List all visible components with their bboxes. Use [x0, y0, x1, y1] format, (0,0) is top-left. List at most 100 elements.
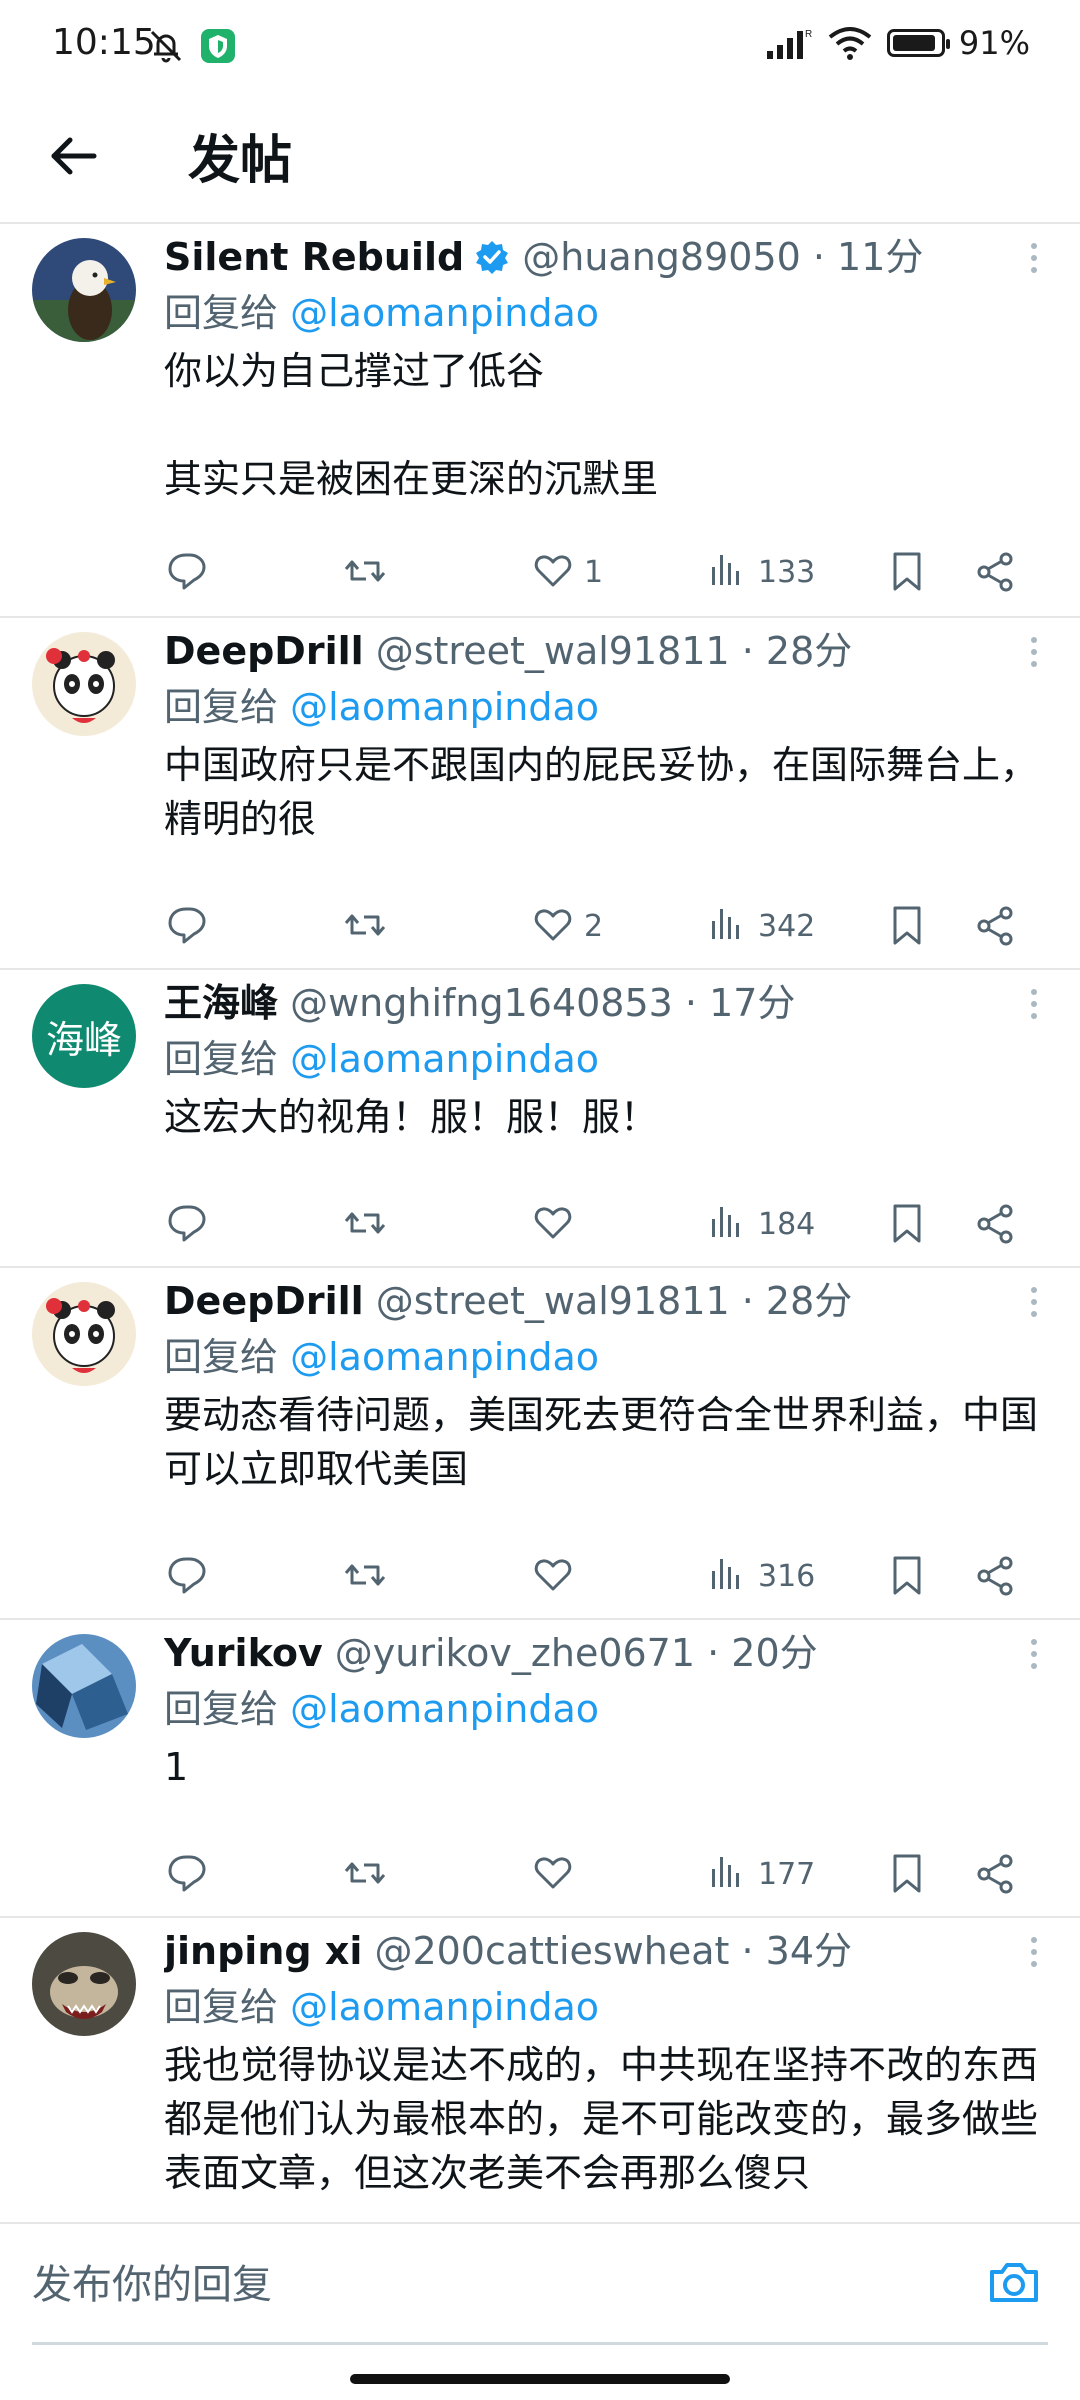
author-name[interactable]: DeepDrill — [164, 629, 364, 673]
reply-icon — [168, 553, 206, 590]
bookmark-icon — [893, 906, 921, 945]
reply-button[interactable] — [164, 896, 210, 956]
views-count: 184 — [758, 1206, 816, 1242]
reply-prefix: 回复给 — [164, 1335, 291, 1379]
more-options-icon[interactable] — [1024, 1282, 1044, 1322]
avatar[interactable] — [32, 1932, 136, 2036]
mention-link[interactable]: @laomanpindao — [290, 1985, 599, 2029]
like-button[interactable]: 1 — [530, 542, 603, 602]
retweet-button[interactable] — [342, 1844, 388, 1904]
avatar[interactable]: 海峰 — [32, 984, 136, 1088]
mention-link[interactable]: @laomanpindao — [290, 1687, 599, 1731]
author-name[interactable]: Yurikov — [164, 1631, 323, 1675]
reply-tweet[interactable]: DeepDrill @street_wal91811 · 28分 回复给 @lao… — [0, 1268, 1080, 1620]
avatar[interactable] — [32, 1634, 136, 1738]
views-count: 316 — [758, 1558, 816, 1594]
like-button[interactable]: 2 — [530, 896, 603, 956]
signal-icon: R — [766, 29, 812, 59]
mention-link[interactable]: @laomanpindao — [290, 685, 599, 729]
views-icon — [712, 1207, 739, 1237]
author-name[interactable]: DeepDrill — [164, 1279, 364, 1323]
bookmark-button[interactable] — [884, 1194, 930, 1254]
reply-tweet[interactable]: Yurikov @yurikov_zhe0671 · 20分 回复给 @laoma… — [0, 1620, 1080, 1918]
tweet-header: DeepDrill @street_wal91811 · 28分 — [164, 620, 990, 675]
author-handle: @street_wal91811 · 28分 — [363, 629, 853, 673]
share-icon — [977, 1556, 1013, 1596]
bookmark-button[interactable] — [884, 1844, 930, 1904]
bookmark-button[interactable] — [884, 896, 930, 956]
reply-tweet[interactable]: DeepDrill @street_wal91811 · 28分回复给 @lao… — [0, 618, 1080, 970]
views-count: 177 — [758, 1856, 816, 1892]
more-options-icon[interactable] — [1024, 238, 1044, 278]
reply-button[interactable] — [164, 1844, 210, 1904]
reply-feed[interactable]: Silent Rebuild @huang89050 · 11分 回复给 @lao… — [0, 224, 1080, 2220]
retweet-button[interactable] — [342, 1194, 388, 1254]
tweet-header: Silent Rebuild @huang89050 · 11分 — [164, 226, 990, 281]
author-name[interactable]: jinping xi — [164, 1929, 362, 1973]
tweet-header: jinping xi @200cattieswheat · 34分 — [164, 1920, 990, 1975]
replying-to: 回复给 @laomanpindao — [164, 1678, 599, 1733]
bookmark-button[interactable] — [884, 1546, 930, 1606]
wifi-icon — [828, 27, 872, 60]
retweet-button[interactable] — [342, 542, 388, 602]
like-button[interactable] — [530, 1546, 576, 1606]
share-icon — [977, 1854, 1013, 1894]
views-button[interactable]: 184 — [704, 1194, 815, 1254]
mention-link[interactable]: @laomanpindao — [290, 1037, 599, 1081]
author-name[interactable]: 王海峰 — [164, 981, 278, 1025]
views-button[interactable]: 316 — [704, 1546, 815, 1606]
more-options-icon[interactable] — [1024, 1634, 1044, 1674]
more-options-icon[interactable] — [1024, 984, 1044, 1024]
share-button[interactable] — [972, 1844, 1018, 1904]
reply-input[interactable]: 发布你的回复 — [32, 2252, 272, 2310]
back-arrow-icon[interactable] — [44, 126, 104, 186]
author-handle: @wnghifng1640853 · 17分 — [278, 981, 796, 1025]
bookmark-button[interactable] — [884, 542, 930, 602]
like-button[interactable] — [530, 1194, 576, 1254]
share-icon — [977, 552, 1013, 592]
avatar[interactable] — [32, 238, 136, 342]
author-name[interactable]: Silent Rebuild — [164, 235, 464, 279]
camera-icon[interactable] — [986, 2254, 1042, 2310]
tweet-text: 这宏大的视角！服！服！服！ — [164, 1095, 659, 1139]
status-time: 10:15 — [52, 22, 156, 63]
tweet-text: 你以为自己撑过了低谷 其实只是被困在更深的沉默里 — [164, 349, 659, 501]
retweet-button[interactable] — [342, 1546, 388, 1606]
reply-tweet[interactable]: Silent Rebuild @huang89050 · 11分 回复给 @lao… — [0, 224, 1080, 618]
avatar[interactable] — [32, 632, 136, 736]
avatar-initials: 海峰 — [45, 1017, 122, 1062]
mention-link[interactable]: @laomanpindao — [290, 1335, 599, 1379]
share-button[interactable] — [972, 896, 1018, 956]
reply-prefix: 回复给 — [164, 685, 291, 729]
like-button[interactable] — [530, 1844, 576, 1904]
more-options-icon[interactable] — [1024, 632, 1044, 672]
bookmark-icon — [893, 1204, 921, 1243]
views-button[interactable]: 342 — [704, 896, 815, 956]
reply-tweet[interactable]: 海峰 王海峰 @wnghifng1640853 · 17分 回复给 @laomanp… — [0, 970, 1080, 1268]
like-icon — [534, 909, 572, 941]
retweet-button[interactable] — [342, 896, 388, 956]
reply-icon — [168, 1855, 206, 1892]
reply-button[interactable] — [164, 1546, 210, 1606]
reply-button[interactable] — [164, 542, 210, 602]
like-icon — [534, 1559, 572, 1591]
home-indicator[interactable] — [350, 2374, 730, 2384]
tweet-actions: 2 342 — [164, 896, 1048, 956]
battery-icon — [886, 29, 950, 57]
likes-count: 1 — [584, 554, 604, 590]
views-button[interactable]: 177 — [704, 1844, 815, 1904]
views-icon — [712, 1559, 739, 1589]
avatar[interactable] — [32, 1282, 136, 1386]
share-button[interactable] — [972, 1546, 1018, 1606]
replying-to: 回复给 @laomanpindao — [164, 1028, 599, 1083]
reply-button[interactable] — [164, 1194, 210, 1254]
like-icon — [534, 555, 572, 587]
share-button[interactable] — [972, 1194, 1018, 1254]
mention-link[interactable]: @laomanpindao — [290, 291, 599, 335]
share-button[interactable] — [972, 542, 1018, 602]
reply-prefix: 回复给 — [164, 1037, 291, 1081]
more-options-icon[interactable] — [1024, 1932, 1044, 1972]
views-button[interactable]: 133 — [704, 542, 815, 602]
reply-tweet[interactable]: jinping xi @200cattieswheat · 34分回复给 @la… — [0, 1918, 1080, 2220]
reply-prefix: 回复给 — [164, 1985, 291, 2029]
